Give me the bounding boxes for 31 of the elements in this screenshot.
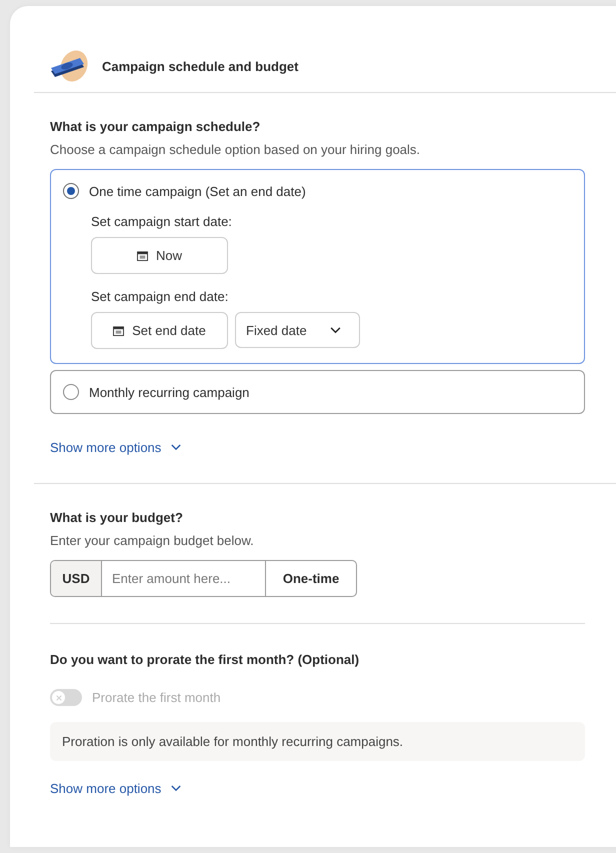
- section-title: Campaign schedule and budget: [102, 58, 298, 74]
- question-heading: What is your budget?: [50, 510, 184, 525]
- chevron-down-icon: [171, 785, 182, 792]
- calendar-icon: [136, 250, 148, 260]
- currency-label: USD: [51, 561, 102, 596]
- close-icon: [56, 694, 62, 700]
- chevron-down-icon: [330, 326, 341, 334]
- question-description: Enter your campaign budget below.: [50, 533, 255, 548]
- radio-button[interactable]: [63, 183, 79, 199]
- start-date-button[interactable]: Now: [91, 237, 228, 274]
- question-heading: Do you want to prorate the first month? (Optional): [50, 652, 360, 667]
- show-more-link[interactable]: Show more options: [50, 781, 182, 796]
- question-heading: What is your campaign schedule?: [50, 119, 262, 134]
- calendar-icon: [113, 326, 124, 336]
- schedule-option-card[interactable]: One time campaign (Set an end date) Set campaign start date: Now Set campaign end date: Set end date Fixed date: [50, 169, 585, 364]
- period-label: One-time: [265, 561, 356, 596]
- budget-input-group[interactable]: USD Enter amount here... One-time: [50, 560, 357, 597]
- option-label: Monthly recurring campaign: [89, 384, 250, 400]
- question-description: Choose a campaign schedule option based on your hiring goals.: [50, 142, 422, 157]
- schedule-option-card[interactable]: Monthly recurring campaign: [50, 370, 585, 414]
- radio-button[interactable]: [63, 384, 79, 400]
- info-notice: Proration is only available for monthly recurring campaigns.: [50, 722, 585, 761]
- money-icon: [50, 49, 90, 83]
- end-date-button[interactable]: Set end date: [91, 312, 228, 349]
- field-label: Set campaign end date:: [91, 289, 230, 304]
- option-label: One time campaign (Set an end date): [89, 184, 306, 198]
- chevron-down-icon: [171, 444, 182, 451]
- date-type-dropdown[interactable]: Fixed date: [235, 312, 360, 348]
- toggle-label: Prorate the first month: [92, 690, 221, 705]
- field-label: Set campaign start date:: [91, 214, 233, 229]
- show-more-link[interactable]: Show more options: [50, 440, 182, 455]
